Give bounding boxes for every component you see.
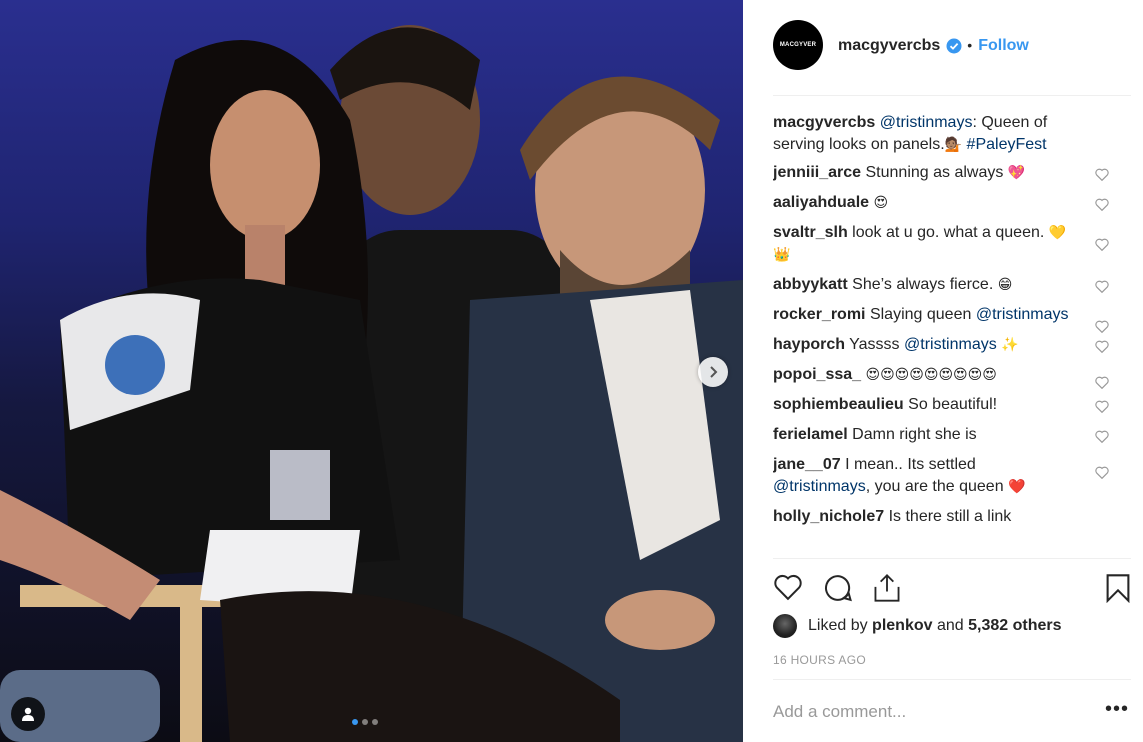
likes-prefix: Liked by: [808, 617, 868, 634]
comment-text: Yassss: [849, 336, 900, 353]
like-comment-heart-icon[interactable]: [1095, 238, 1109, 251]
comment-text: Damn right she is: [852, 426, 977, 443]
caption-mention[interactable]: @tristinmays: [880, 114, 973, 131]
likes-and: and: [936, 617, 964, 634]
comment-username[interactable]: jane__07: [773, 456, 841, 473]
comment-text: Is there still a link: [888, 508, 1012, 525]
comment-username[interactable]: abbyykatt: [773, 276, 848, 293]
post-photo[interactable]: [0, 0, 743, 742]
follow-button[interactable]: Follow: [978, 37, 1029, 55]
tagged-users-button[interactable]: [11, 697, 45, 731]
comment-text: She’s always fierce.: [852, 276, 994, 293]
comment-bubble-icon[interactable]: [823, 573, 853, 603]
like-comment-heart-icon[interactable]: [1095, 280, 1109, 293]
comment-item: svaltr_slh look at u go. what a queen. 💛…: [773, 222, 1133, 266]
post-actions: [773, 558, 1131, 618]
carousel-dot-1: [352, 719, 358, 725]
person-icon: [22, 707, 34, 721]
carousel-dot-3: [372, 719, 378, 725]
avatar[interactable]: MACGYVER: [773, 20, 823, 70]
post-timestamp[interactable]: 16 HOURS AGO: [773, 653, 866, 667]
comment-text: I mean.. Its settled: [845, 456, 976, 473]
comment-item: ferielamel Damn right she is: [773, 424, 1133, 446]
comment-emoji: ❤️: [1008, 479, 1026, 495]
carousel-dot-2: [362, 719, 368, 725]
comment-username[interactable]: hayporch: [773, 336, 845, 353]
carousel-indicator: [352, 719, 378, 725]
comment-username[interactable]: sophiembeaulieu: [773, 396, 904, 413]
comment-emoji: 💖: [1007, 165, 1026, 181]
comment-username[interactable]: ferielamel: [773, 426, 848, 443]
like-comment-heart-icon[interactable]: [1095, 320, 1109, 333]
liker-username[interactable]: plenkov: [872, 617, 932, 635]
like-comment-heart-icon[interactable]: [1095, 400, 1109, 413]
comment-item: aaliyahduale 😍: [773, 192, 1133, 214]
header-username[interactable]: macgyvercbs: [838, 37, 940, 55]
comment-item: sophiembeaulieu So beautiful!: [773, 394, 1133, 416]
comment-text: look at u go. what a queen.: [852, 224, 1045, 241]
comment-emoji: 😁: [997, 277, 1013, 293]
comment-text: Stunning as always: [865, 164, 1004, 181]
comment-emoji: 😍: [873, 195, 889, 211]
comment-mention[interactable]: @tristinmays: [976, 306, 1069, 323]
more-options-button[interactable]: •••: [1105, 699, 1129, 719]
like-comment-heart-icon[interactable]: [1095, 376, 1109, 389]
comment-username[interactable]: jenniii_arce: [773, 164, 861, 181]
caption-username[interactable]: macgyvercbs: [773, 114, 875, 131]
comment-item: hayporch Yassss @tristinmays ✨: [773, 334, 1133, 356]
liker-avatar[interactable]: [773, 614, 797, 638]
share-upload-icon[interactable]: [873, 573, 901, 603]
comment-mention[interactable]: @tristinmays: [773, 478, 866, 495]
add-comment-input[interactable]: Add a comment...: [773, 702, 906, 722]
carousel-next-button[interactable]: [698, 357, 728, 387]
photo-illustration: [0, 25, 743, 742]
comment-username[interactable]: rocker_romi: [773, 306, 866, 323]
like-comment-heart-icon[interactable]: [1095, 466, 1109, 479]
comment-username[interactable]: svaltr_slh: [773, 224, 848, 241]
comment-item: holly_nichole7 Is there still a link: [773, 506, 1133, 528]
comment-item: popoi_ssa_ 😍😍😍😍😍😍😍😍😍: [773, 364, 1133, 389]
comment-item: jane__07 I mean.. Its settled @tristinma…: [773, 454, 1133, 498]
comment-text-continued: , you are the queen: [865, 478, 1004, 495]
bookmark-save-icon[interactable]: [1105, 573, 1131, 603]
caption: macgyvercbs @tristinmays: Queen of servi…: [773, 112, 1133, 156]
caption-hashtag[interactable]: #PaleyFest: [967, 136, 1047, 153]
like-comment-heart-icon[interactable]: [1095, 340, 1109, 353]
chevron-right-icon: [710, 366, 718, 378]
like-heart-icon[interactable]: [773, 573, 803, 601]
like-comment-heart-icon[interactable]: [1095, 198, 1109, 211]
comments-list[interactable]: macgyvercbs @tristinmays: Queen of servi…: [773, 112, 1133, 558]
comment-text: Slaying queen: [869, 306, 972, 323]
comment-item: jenniii_arce Stunning as always 💖: [773, 162, 1133, 184]
comment-emoji: ✨: [1001, 337, 1019, 353]
comment-username[interactable]: holly_nichole7: [773, 508, 884, 525]
like-comment-heart-icon[interactable]: [1095, 168, 1109, 181]
likes-summary: Liked by plenkov and 5,382 others: [773, 614, 1062, 638]
likes-others-link[interactable]: 5,382 others: [968, 617, 1061, 635]
like-comment-heart-icon[interactable]: [1095, 430, 1109, 443]
comment-username[interactable]: aaliyahduale: [773, 194, 869, 211]
verified-badge-icon: [946, 38, 962, 54]
comment-username[interactable]: popoi_ssa_: [773, 366, 861, 383]
comment-text: So beautiful!: [908, 396, 998, 413]
post-sidebar: MACGYVER macgyvercbs • Follow macgyvercb…: [743, 0, 1143, 742]
comment-item: rocker_romi Slaying queen @tristinmays: [773, 304, 1133, 333]
post-header: MACGYVER macgyvercbs • Follow: [773, 20, 1131, 96]
avatar-logo-text: MACGYVER: [779, 42, 817, 48]
comment-mention[interactable]: @tristinmays: [904, 336, 997, 353]
comment-emoji: 😍😍😍😍😍😍😍😍😍: [865, 367, 997, 383]
add-comment-bar: Add a comment... •••: [773, 679, 1131, 742]
comment-item: abbyykatt She’s always fierce. 😁: [773, 274, 1133, 296]
caption-emoji: 💁🏽: [944, 137, 963, 153]
header-separator: •: [967, 37, 973, 53]
